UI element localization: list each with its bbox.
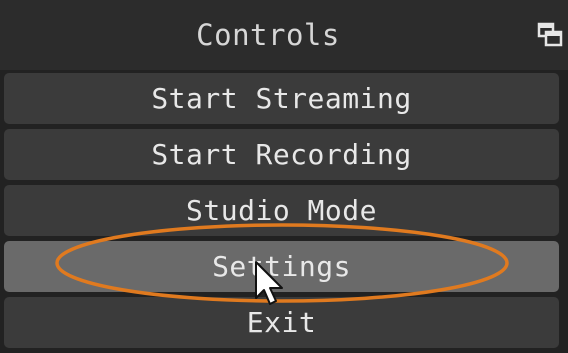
start-recording-label: Start Recording — [151, 138, 412, 171]
exit-label: Exit — [246, 306, 317, 339]
dock-title: Controls — [196, 18, 340, 52]
settings-button[interactable]: Settings — [4, 241, 559, 292]
settings-label: Settings — [212, 250, 351, 283]
start-recording-button[interactable]: Start Recording — [4, 129, 559, 180]
studio-mode-button[interactable]: Studio Mode — [4, 185, 559, 236]
dock-titlebar: Controls — [0, 0, 568, 70]
studio-mode-label: Studio Mode — [186, 194, 377, 227]
start-streaming-label: Start Streaming — [151, 82, 412, 115]
exit-button[interactable]: Exit — [4, 297, 559, 348]
controls-dock: Controls Start Streaming Start Recording… — [0, 0, 568, 353]
undock-icon[interactable] — [537, 22, 563, 48]
start-streaming-button[interactable]: Start Streaming — [4, 73, 559, 124]
